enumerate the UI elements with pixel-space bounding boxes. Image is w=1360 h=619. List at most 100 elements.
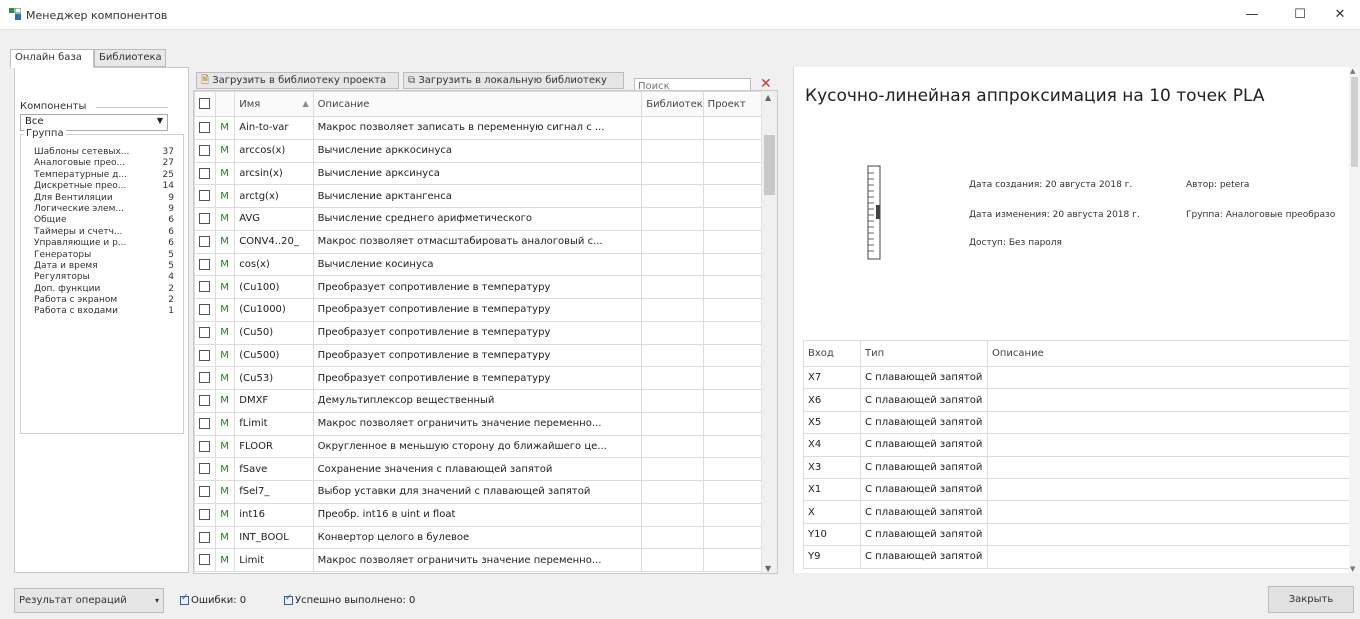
- group-item[interactable]: Аналоговые прео... 27: [34, 158, 180, 169]
- table-row[interactable]: MfSave Сохранение значения с плавающей за…: [194, 457, 763, 481]
- table-row[interactable]: MfSel7_ Выбор уставки для значений с плав…: [194, 480, 763, 504]
- close-button[interactable]: Закрыть: [1268, 586, 1354, 613]
- table-row[interactable]: M (Cu500) Преобразует сопротивление в темп…: [194, 343, 763, 368]
- table-row[interactable]: M Ain-to-var Макрос позволяет записать в п…: [194, 116, 763, 140]
- row-checkbox[interactable]: [194, 275, 217, 299]
- load-project-button[interactable]: 🗎 Загрузить в библиотеку проекта: [196, 72, 399, 89]
- table-row[interactable]: Y10 С плавающей запятой: [803, 522, 1349, 547]
- group-item[interactable]: Дискретные прео... 14: [34, 181, 180, 192]
- table-row[interactable]: X1 С плавающей запятой: [803, 477, 1349, 502]
- table-row[interactable]: M Limit Макрос позволяет ограничить значен…: [194, 548, 763, 572]
- row-checkbox[interactable]: [194, 502, 217, 527]
- table-row[interactable]: Marccos(x) Вычисление арккосинуса: [194, 138, 763, 163]
- table-row[interactable]: M (Cu100) Преобразует сопротивление в темп…: [194, 275, 763, 299]
- row-checkbox[interactable]: [194, 184, 217, 208]
- row-checkbox[interactable]: [194, 252, 217, 277]
- scroll-thumb[interactable]: [1351, 77, 1358, 167]
- table-row[interactable]: X6 С плавающей запятой: [803, 388, 1349, 412]
- row-checkbox[interactable]: [194, 389, 217, 413]
- library-cell: [641, 184, 704, 208]
- table-row[interactable]: X4 С плавающей запятой: [803, 433, 1349, 457]
- table-row[interactable]: M (Cu1000) Преобразует сопротивление в тем…: [194, 298, 763, 322]
- row-checkbox[interactable]: [194, 343, 217, 368]
- result-dropdown[interactable]: Результат операций ▾: [14, 588, 164, 613]
- row-checkbox[interactable]: [194, 411, 217, 436]
- scroll-thumb[interactable]: [764, 135, 775, 195]
- row-checkbox[interactable]: [194, 434, 217, 459]
- table-row[interactable]: Marctg(x) Вычисление арктангенса: [194, 184, 763, 208]
- col-header-project[interactable]: Проект: [702, 91, 763, 117]
- tab-online-base[interactable]: Онлайн база: [10, 49, 94, 68]
- success-filter[interactable]: Успешно выполнено: 0: [284, 593, 415, 606]
- minimize-button[interactable]: —: [1232, 0, 1272, 30]
- group-item[interactable]: Работа с экраном 2: [34, 295, 180, 306]
- input-description: [987, 365, 1349, 390]
- scroll-up-icon[interactable]: ▲: [1350, 67, 1355, 75]
- table-row[interactable]: Mint16 Преобр. int16 в uint и float: [194, 502, 763, 527]
- col-header-input[interactable]: Вход: [803, 340, 861, 367]
- component-description: Преобр. int16 в uint и float: [312, 502, 643, 527]
- macro-badge: M: [215, 207, 236, 231]
- col-header-library[interactable]: Библиотек: [641, 91, 704, 117]
- group-item[interactable]: Шаблоны сетевых... 37: [34, 147, 180, 158]
- table-row[interactable]: X7 С плавающей запятой: [803, 365, 1349, 390]
- maximize-button[interactable]: ☐: [1280, 0, 1320, 30]
- table-row[interactable]: X5 С плавающей запятой: [803, 410, 1349, 435]
- row-checkbox[interactable]: [194, 366, 217, 390]
- group-item[interactable]: Регуляторы 4: [34, 272, 180, 283]
- row-checkbox[interactable]: [194, 525, 217, 550]
- group-item[interactable]: Температурные д... 25: [34, 170, 180, 181]
- row-checkbox[interactable]: [194, 207, 217, 231]
- save-icon: 🗎: [201, 75, 210, 86]
- group-item[interactable]: Для Вентиляции 9: [34, 193, 180, 204]
- scroll-down-icon[interactable]: ▼: [1350, 565, 1355, 573]
- details-scrollbar[interactable]: ▲ ▼: [1349, 67, 1360, 573]
- row-checkbox[interactable]: [194, 229, 217, 254]
- group-item[interactable]: Логические элем... 9: [34, 204, 180, 215]
- load-project-label: Загрузить в библиотеку проекта: [212, 75, 387, 86]
- table-row[interactable]: M (Cu50) Преобразует сопротивление в темпе…: [194, 320, 763, 345]
- group-item[interactable]: Дата и время 5: [34, 261, 180, 272]
- table-row[interactable]: M FLOOR Округленное в меньшую сторону до б…: [194, 434, 763, 459]
- errors-filter[interactable]: Ошибки: 0: [180, 593, 246, 606]
- row-checkbox[interactable]: [194, 298, 217, 322]
- scroll-down-icon[interactable]: ▼: [765, 564, 771, 573]
- group-item[interactable]: Работа с входами 1: [34, 306, 180, 317]
- group-item[interactable]: Таймеры и счетч... 6: [34, 227, 180, 238]
- row-checkbox[interactable]: [194, 548, 217, 572]
- table-row[interactable]: XС плавающей запятой: [803, 500, 1349, 524]
- group-item[interactable]: Доп. функции 2: [34, 284, 180, 295]
- tab-library[interactable]: Библиотека: [94, 49, 166, 67]
- table-row[interactable]: Y9 С плавающей запятой: [803, 545, 1349, 569]
- table-row[interactable]: M CONV4..20_ Макрос позволяет отмасштабиро…: [194, 229, 763, 254]
- row-checkbox[interactable]: [194, 116, 217, 140]
- row-checkbox[interactable]: [194, 161, 217, 186]
- library-cell: [641, 411, 704, 436]
- row-checkbox[interactable]: [194, 138, 217, 163]
- table-row[interactable]: Marcsin(x) Вычисление арксинуса: [194, 161, 763, 186]
- col-header-type[interactable]: Тип: [860, 340, 988, 367]
- table-row[interactable]: Mcos(x) Вычисление косинуса: [194, 252, 763, 277]
- library-cell: [641, 252, 704, 277]
- col-header-input-desc[interactable]: Описание: [987, 340, 1349, 367]
- component-name: fSave: [234, 457, 314, 481]
- row-checkbox[interactable]: [194, 457, 217, 481]
- col-header-description[interactable]: Описание: [312, 91, 643, 117]
- row-checkbox[interactable]: [194, 480, 217, 504]
- col-header-name[interactable]: Имя ▲: [234, 91, 314, 117]
- table-row[interactable]: M (Cu53) Преобразует сопротивление в темпе…: [194, 366, 763, 390]
- row-checkbox[interactable]: [194, 320, 217, 345]
- table-row[interactable]: M INT_BOOL Конвертор целого в булевое: [194, 525, 763, 550]
- table-row[interactable]: M DMXF Демультиплексор вещественный: [194, 389, 763, 413]
- table-row[interactable]: X3 С плавающей запятой: [803, 455, 1349, 479]
- group-item[interactable]: Генераторы 5: [34, 250, 180, 261]
- select-all-checkbox[interactable]: [194, 91, 217, 117]
- group-item[interactable]: Управляющие и р... 6: [34, 238, 180, 249]
- table-row[interactable]: M AVG Вычисление среднего арифметического: [194, 207, 763, 231]
- scroll-up-icon[interactable]: ▲: [765, 93, 771, 102]
- load-local-button[interactable]: ⧉ Загрузить в локальную библиотеку: [403, 72, 624, 89]
- grid-scrollbar[interactable]: ▲ ▼: [761, 91, 777, 573]
- group-item[interactable]: Общие 6: [34, 215, 180, 226]
- close-window-button[interactable]: ✕: [1320, 0, 1360, 30]
- table-row[interactable]: MfLimit Макрос позволяет ограничить значе…: [194, 411, 763, 436]
